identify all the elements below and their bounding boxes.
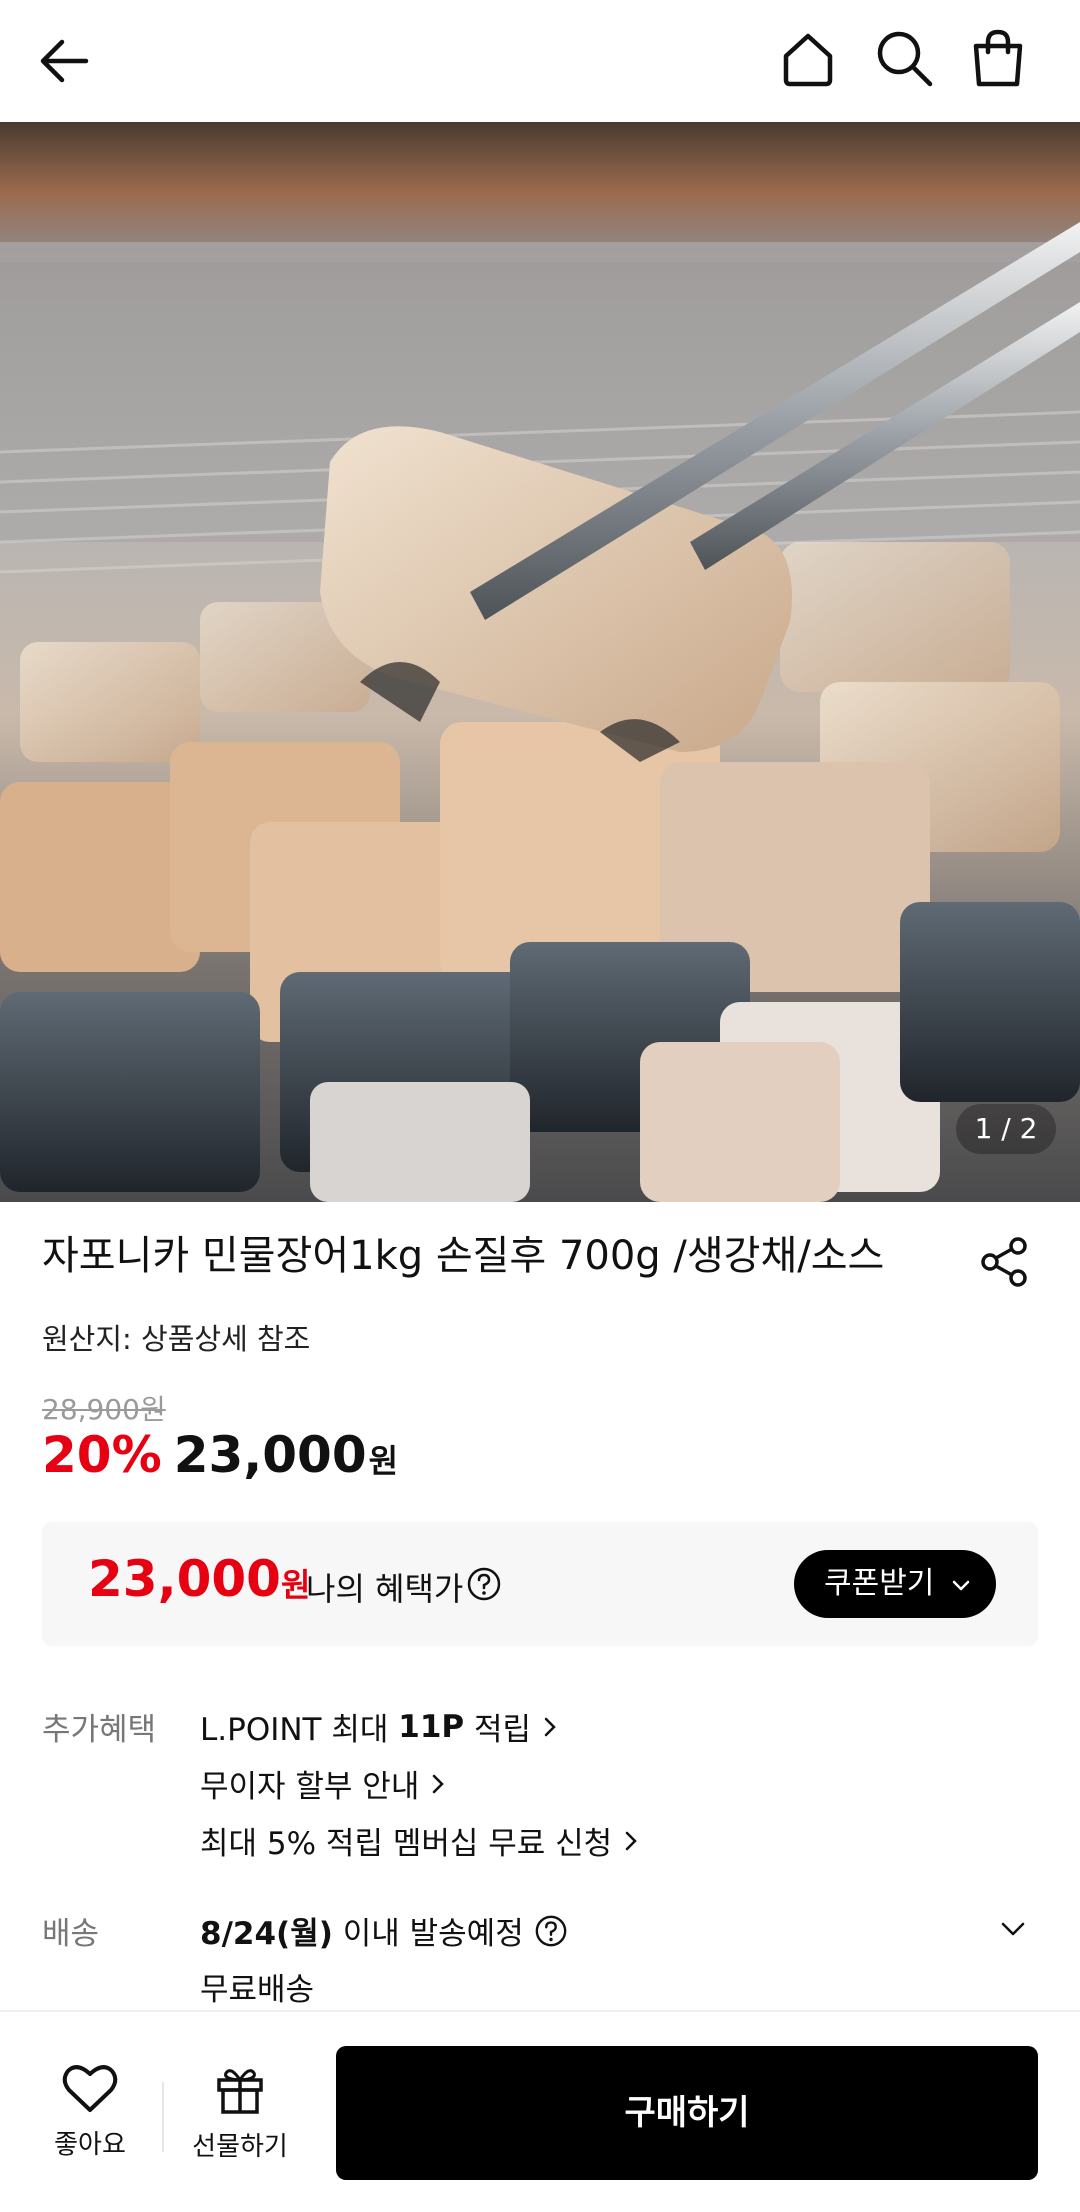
product-image[interactable]: 1 / 2 bbox=[0, 122, 1080, 1202]
benefit-price-value: 23,000 bbox=[88, 1550, 281, 1608]
question-icon[interactable] bbox=[534, 1914, 568, 1948]
currency-unit: 원 bbox=[368, 1442, 399, 1480]
shipping-fee: 무료배송 bbox=[200, 1964, 314, 2009]
benefit-label: 나의 혜택가 bbox=[306, 1570, 464, 1608]
top-app-bar bbox=[0, 0, 1080, 122]
like-button[interactable]: 좋아요 bbox=[40, 2062, 140, 2161]
membership-link[interactable]: 최대 5% 적립 멤버십 무료 신청 bbox=[200, 1818, 640, 1863]
shipping-date: 8/24(월) 이내 발송예정 bbox=[200, 1908, 568, 1953]
buy-button[interactable]: 구매하기 bbox=[336, 2046, 1038, 2180]
lpoint-suffix: 적립 bbox=[464, 1712, 532, 1748]
chevron-down-icon[interactable] bbox=[996, 1912, 1030, 1946]
chevron-down-icon bbox=[952, 1580, 970, 1591]
chevron-right-icon bbox=[625, 1831, 637, 1850]
back-arrow-icon[interactable] bbox=[30, 26, 100, 96]
image-pager: 1 / 2 bbox=[956, 1104, 1056, 1154]
product-title: 자포니카 민물장어1kg 손질후 700g /생강채/소스 bbox=[42, 1233, 885, 1279]
benefit-price: 23,000 원 bbox=[88, 1550, 310, 1608]
discount-rate: 20% bbox=[42, 1426, 162, 1484]
installment-link[interactable]: 무이자 할부 안내 bbox=[200, 1761, 447, 1806]
search-icon[interactable] bbox=[868, 22, 940, 94]
gift-label: 선물하기 bbox=[192, 2132, 288, 2162]
benefit-price-box: 23,000 원 나의 혜택가 쿠폰받기 bbox=[42, 1522, 1038, 1646]
shipping-fee-label: 무료배송 bbox=[200, 1972, 315, 2008]
lpoint-prefix: L.POINT 최대 bbox=[200, 1712, 399, 1748]
home-icon[interactable] bbox=[772, 22, 844, 94]
sale-price: 23,000 bbox=[173, 1426, 367, 1484]
product-photo-illustration bbox=[0, 122, 1080, 1202]
coupon-button-label: 쿠폰받기 bbox=[824, 1566, 935, 1601]
bottom-action-bar: 좋아요 선물하기 구매하기 bbox=[0, 2010, 1080, 2212]
shipping-date-suffix: 이내 발송예정 bbox=[332, 1916, 524, 1952]
membership-label: 최대 5% 적립 멤버십 무료 신청 bbox=[200, 1826, 613, 1862]
price-row: 20% 23,000 원 bbox=[42, 1426, 398, 1490]
original-price: 28,900원 bbox=[42, 1393, 166, 1426]
gift-icon bbox=[217, 2069, 263, 2114]
installment-label: 무이자 할부 안내 bbox=[200, 1769, 420, 1805]
bottom-divider bbox=[162, 2082, 164, 2152]
shipping-date-value: 8/24(월) bbox=[200, 1916, 333, 1952]
question-icon[interactable] bbox=[466, 1566, 502, 1602]
extra-benefits-label: 추가혜택 bbox=[42, 1712, 157, 1748]
lpoint-link[interactable]: L.POINT 최대 11P 적립 bbox=[200, 1704, 559, 1749]
lpoint-amount: 11P bbox=[398, 1708, 465, 1745]
gift-button[interactable]: 선물하기 bbox=[180, 2062, 300, 2163]
origin-info: 원산지: 상품상세 참조 bbox=[42, 1322, 311, 1356]
chevron-right-icon bbox=[433, 1774, 445, 1793]
shopping-bag-icon[interactable] bbox=[962, 22, 1034, 94]
shipping-label: 배송 bbox=[42, 1916, 100, 1952]
coupon-button[interactable]: 쿠폰받기 bbox=[794, 1550, 996, 1618]
share-icon[interactable] bbox=[976, 1234, 1032, 1290]
heart-icon bbox=[62, 2065, 118, 2112]
like-label: 좋아요 bbox=[54, 2130, 126, 2160]
chevron-right-icon bbox=[544, 1717, 556, 1736]
